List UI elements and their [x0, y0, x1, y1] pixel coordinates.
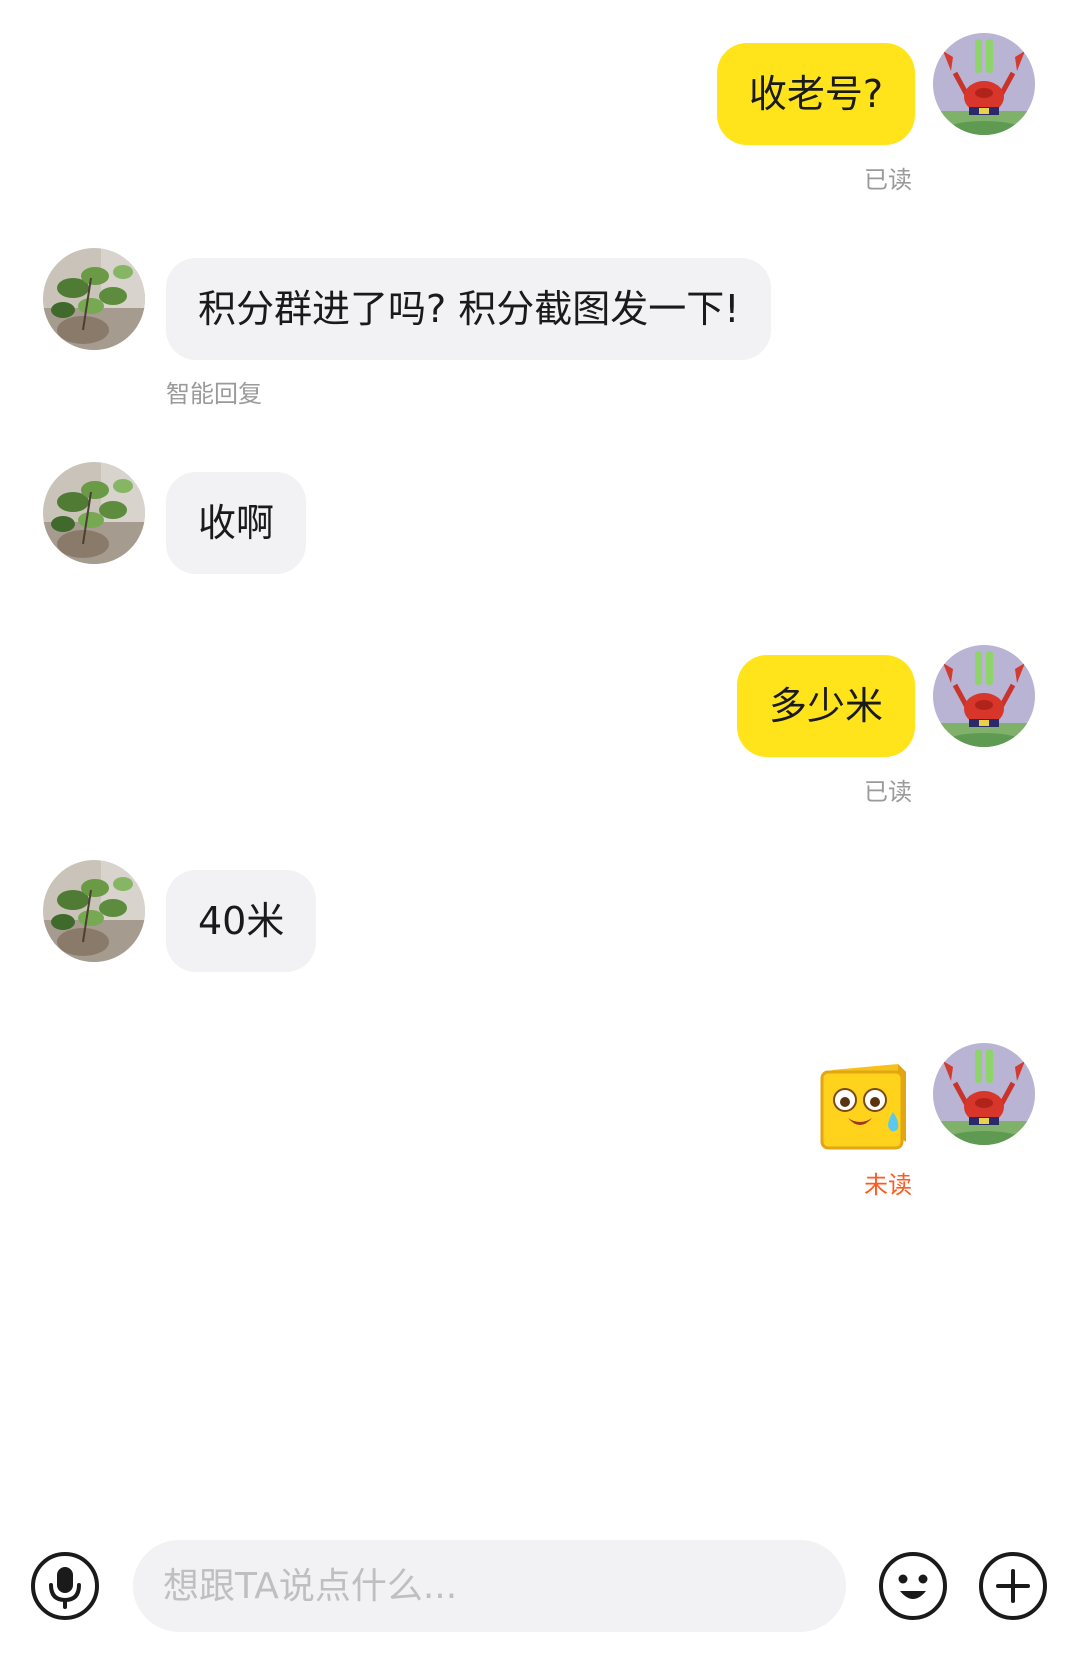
message-bubble-received[interactable]: 积分群进了吗? 积分截图发一下!: [166, 258, 772, 360]
message-bubble-sent[interactable]: 收老号?: [716, 43, 915, 145]
my-avatar[interactable]: [933, 1043, 1035, 1145]
read-status: 已读: [864, 778, 912, 806]
crying-emoji-sticker[interactable]: [818, 1060, 910, 1152]
message-bubble-sent[interactable]: 多少米: [736, 655, 915, 757]
contact-avatar[interactable]: [43, 248, 145, 350]
my-avatar[interactable]: [933, 33, 1035, 135]
plus-icon[interactable]: [978, 1551, 1048, 1621]
message-bubble-received[interactable]: 收啊: [166, 472, 307, 574]
contact-avatar[interactable]: [43, 860, 145, 962]
read-status: 已读: [864, 166, 912, 194]
message-bubble-received[interactable]: 40米: [166, 870, 317, 972]
message-input[interactable]: [133, 1540, 846, 1632]
smart-reply-caption: 智能回复: [166, 380, 262, 408]
contact-avatar[interactable]: [43, 462, 145, 564]
smiley-icon[interactable]: [878, 1551, 948, 1621]
my-avatar[interactable]: [933, 645, 1035, 747]
unread-status: 未读: [864, 1171, 912, 1199]
message-input-bar: [0, 1530, 1080, 1640]
microphone-icon[interactable]: [30, 1551, 100, 1621]
